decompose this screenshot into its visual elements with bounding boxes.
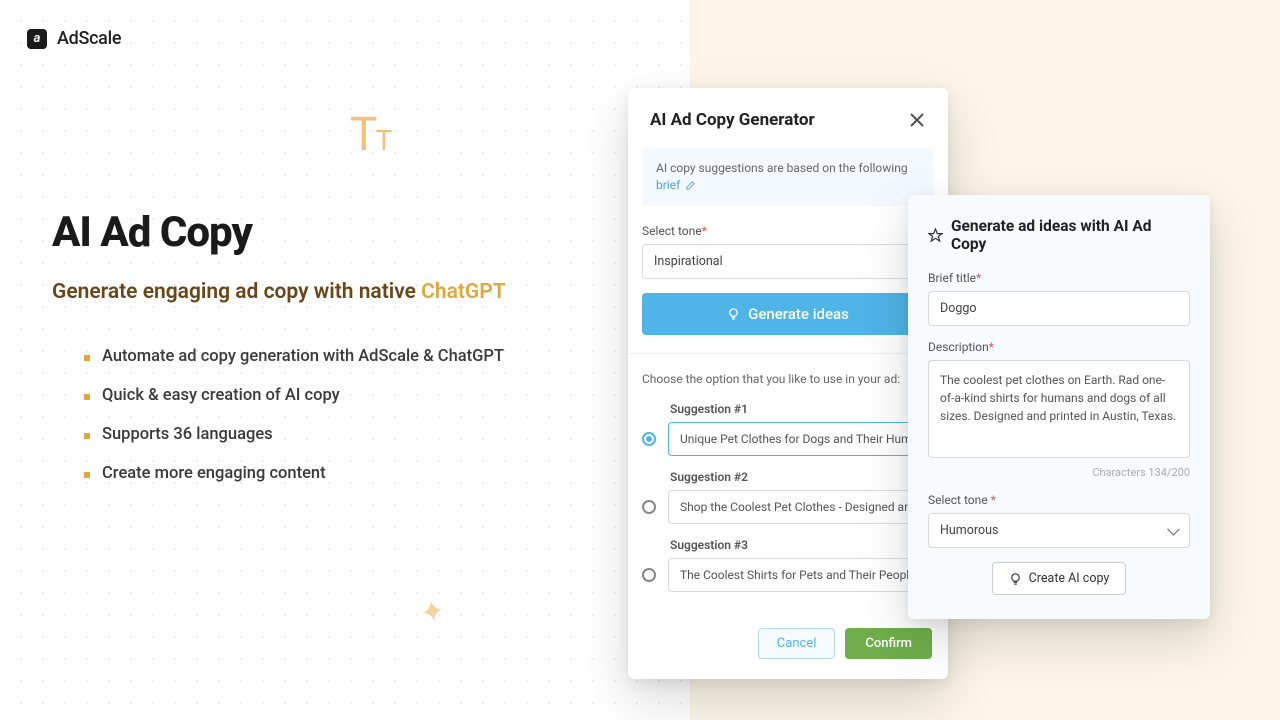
brief-tone-label: Select tone * — [928, 493, 1190, 507]
hero-section: AI Ad Copy Generate engaging ad copy wit… — [52, 210, 532, 503]
subtitle-prefix: Generate engaging ad copy with native — [52, 280, 421, 304]
info-text: AI copy suggestions are based on the fol… — [656, 161, 908, 175]
feature-list: Automate ad copy generation with AdScale… — [52, 347, 532, 483]
close-icon[interactable] — [908, 111, 926, 129]
modal-title: AI Ad Copy Generator — [650, 110, 815, 130]
brief-panel: Generate ad ideas with AI Ad Copy Brief … — [908, 195, 1210, 619]
lightbulb-icon — [727, 307, 740, 320]
generate-label: Generate ideas — [748, 305, 849, 323]
info-banner: AI copy suggestions are based on the fol… — [642, 148, 934, 206]
create-copy-label: Create AI copy — [1029, 571, 1110, 586]
tone-label: Select tone* — [642, 224, 934, 238]
create-ai-copy-button[interactable]: Create AI copy — [992, 562, 1127, 595]
brief-panel-title: Generate ad ideas with AI Ad Copy — [928, 217, 1190, 253]
suggestion-1: Suggestion #1 Unique Pet Clothes for Dog… — [642, 402, 934, 456]
suggestion-2: Suggestion #2 Shop the Coolest Pet Cloth… — [642, 470, 934, 524]
brand-logo: a AdScale — [27, 28, 121, 49]
tone-select[interactable]: Inspirational — [642, 244, 934, 279]
brief-tone-select[interactable]: Humorous — [928, 513, 1190, 548]
suggestion-label: Suggestion #2 — [670, 470, 934, 484]
generate-ideas-button[interactable]: Generate ideas — [642, 293, 934, 335]
feature-item: Automate ad copy generation with AdScale… — [52, 347, 532, 366]
description-label: Description* — [928, 340, 1190, 354]
brief-title-label: Brief title* — [928, 271, 1190, 285]
suggestion-radio[interactable] — [642, 432, 656, 446]
confirm-button[interactable]: Confirm — [845, 628, 932, 659]
suggestion-label: Suggestion #3 — [670, 538, 934, 552]
lightbulb-icon — [1009, 572, 1022, 585]
subtitle-highlight: ChatGPT — [421, 280, 505, 304]
star-icon — [928, 228, 943, 243]
feature-item: Create more engaging content — [52, 464, 532, 483]
suggestion-label: Suggestion #1 — [670, 402, 934, 416]
choose-prompt: Choose the option that you like to use i… — [642, 372, 934, 386]
feature-item: Supports 36 languages — [52, 425, 532, 444]
logo-text: AdScale — [57, 28, 121, 49]
logo-mark: a — [27, 29, 47, 49]
suggestion-radio[interactable] — [642, 500, 656, 514]
brief-link[interactable]: brief — [656, 178, 680, 192]
page-title: AI Ad Copy — [52, 210, 532, 256]
feature-item: Quick & easy creation of AI copy — [52, 386, 532, 405]
suggestion-text[interactable]: Shop the Coolest Pet Clothes - Designed … — [668, 490, 934, 524]
page-subtitle: Generate engaging ad copy with native Ch… — [52, 278, 532, 306]
suggestion-text[interactable]: The Coolest Shirts for Pets and Their Pe… — [668, 558, 934, 592]
suggestion-3: Suggestion #3 The Coolest Shirts for Pet… — [642, 538, 934, 592]
suggestion-text[interactable]: Unique Pet Clothes for Dogs and Their Hu… — [668, 422, 934, 456]
divider — [628, 353, 948, 354]
suggestion-radio[interactable] — [642, 568, 656, 582]
edit-icon[interactable] — [685, 180, 696, 191]
character-count: Characters 134/200 — [928, 466, 1190, 479]
ad-copy-generator-modal: AI Ad Copy Generator AI copy suggestions… — [628, 88, 948, 679]
cancel-button[interactable]: Cancel — [758, 628, 836, 659]
description-textarea[interactable] — [928, 360, 1190, 458]
brief-title-input[interactable] — [928, 291, 1190, 326]
